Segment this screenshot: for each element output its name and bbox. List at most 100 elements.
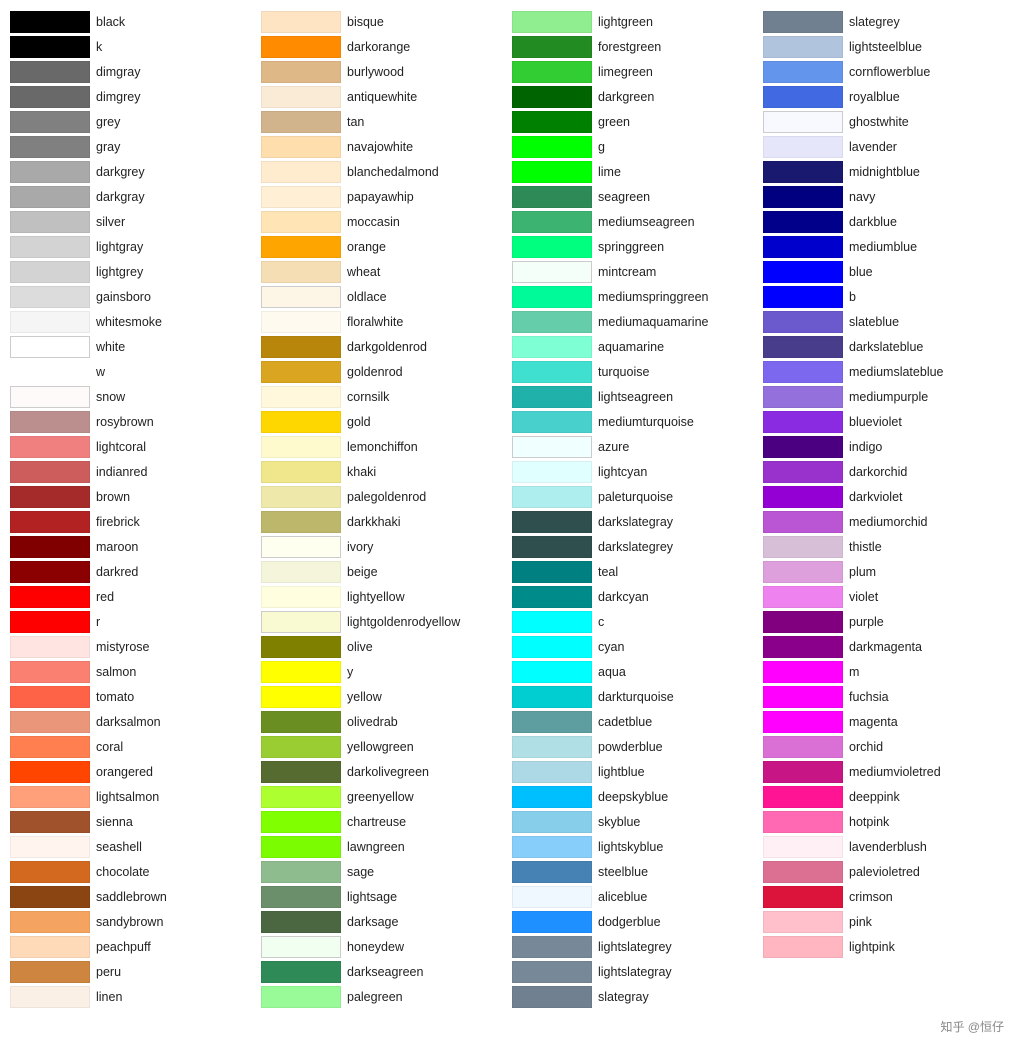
color-name-label: sandybrown: [96, 915, 163, 929]
color-name-label: coral: [96, 740, 123, 754]
color-swatch: [261, 11, 341, 33]
list-item: oldlace: [261, 285, 512, 309]
color-swatch: [261, 86, 341, 108]
list-item: wheat: [261, 260, 512, 284]
color-name-label: seashell: [96, 840, 142, 854]
color-name-label: peru: [96, 965, 121, 979]
color-name-label: darkred: [96, 565, 138, 579]
color-swatch: [763, 261, 843, 283]
list-item: powderblue: [512, 735, 763, 759]
color-name-label: mediumturquoise: [598, 415, 694, 429]
color-name-label: mediumaquamarine: [598, 315, 708, 329]
color-name-label: lightslategrey: [598, 940, 672, 954]
list-item: lightcyan: [512, 460, 763, 484]
color-name-label: mediumblue: [849, 240, 917, 254]
color-swatch: [763, 461, 843, 483]
color-name-label: wheat: [347, 265, 380, 279]
color-swatch: [512, 611, 592, 633]
list-item: darksage: [261, 910, 512, 934]
color-name-label: slategray: [598, 990, 649, 1004]
color-name-label: lavenderblush: [849, 840, 927, 854]
color-name-label: plum: [849, 565, 876, 579]
color-swatch: [763, 286, 843, 308]
color-swatch: [261, 186, 341, 208]
list-item: khaki: [261, 460, 512, 484]
list-item: lightsage: [261, 885, 512, 909]
color-swatch: [261, 311, 341, 333]
list-item: ivory: [261, 535, 512, 559]
list-item: yellow: [261, 685, 512, 709]
color-swatch: [763, 886, 843, 908]
color-name-label: m: [849, 665, 859, 679]
list-item: mintcream: [512, 260, 763, 284]
color-name-label: ivory: [347, 540, 373, 554]
color-swatch: [512, 486, 592, 508]
list-item: steelblue: [512, 860, 763, 884]
list-item: lemonchiffon: [261, 435, 512, 459]
color-name-label: skyblue: [598, 815, 640, 829]
list-item: darkkhaki: [261, 510, 512, 534]
color-name-label: deeppink: [849, 790, 900, 804]
color-name-label: brown: [96, 490, 130, 504]
color-swatch: [512, 86, 592, 108]
list-item: cornsilk: [261, 385, 512, 409]
list-item: olive: [261, 635, 512, 659]
list-item: darkcyan: [512, 585, 763, 609]
color-swatch: [10, 736, 90, 758]
color-name-label: lightslategray: [598, 965, 672, 979]
list-item: indigo: [763, 435, 1014, 459]
color-name-label: burlywood: [347, 65, 404, 79]
color-name-label: indianred: [96, 465, 147, 479]
color-swatch: [763, 861, 843, 883]
color-swatch: [512, 686, 592, 708]
list-item: m: [763, 660, 1014, 684]
list-item: navy: [763, 185, 1014, 209]
list-item: dimgrey: [10, 85, 261, 109]
list-item: hotpink: [763, 810, 1014, 834]
color-swatch: [763, 111, 843, 133]
list-item: linen: [10, 985, 261, 1009]
color-swatch: [10, 361, 90, 383]
color-swatch: [763, 661, 843, 683]
list-item: darkgoldenrod: [261, 335, 512, 359]
color-swatch: [10, 786, 90, 808]
color-swatch: [512, 211, 592, 233]
list-item: crimson: [763, 885, 1014, 909]
list-item: mediumorchid: [763, 510, 1014, 534]
color-swatch: [763, 586, 843, 608]
list-item: antiquewhite: [261, 85, 512, 109]
list-item: lime: [512, 160, 763, 184]
color-name-label: honeydew: [347, 940, 404, 954]
color-name-label: dimgrey: [96, 90, 140, 104]
column-0: blackkdimgraydimgreygreygraydarkgreydark…: [10, 10, 261, 1010]
color-name-label: aliceblue: [598, 890, 647, 904]
list-item: darkviolet: [763, 485, 1014, 509]
color-swatch: [512, 236, 592, 258]
color-name-label: salmon: [96, 665, 136, 679]
list-item: violet: [763, 585, 1014, 609]
color-name-label: black: [96, 15, 125, 29]
list-item: plum: [763, 560, 1014, 584]
color-swatch: [10, 886, 90, 908]
color-swatch: [10, 611, 90, 633]
color-swatch: [10, 111, 90, 133]
color-name-label: lightcoral: [96, 440, 146, 454]
color-name-label: lemonchiffon: [347, 440, 418, 454]
color-swatch: [763, 186, 843, 208]
color-swatch: [10, 711, 90, 733]
color-swatch: [261, 786, 341, 808]
color-name-label: steelblue: [598, 865, 648, 879]
list-item: slateblue: [763, 310, 1014, 334]
list-item: seagreen: [512, 185, 763, 209]
color-name-label: rosybrown: [96, 415, 154, 429]
list-item: darkgreen: [512, 85, 763, 109]
color-name-label: aqua: [598, 665, 626, 679]
color-swatch: [10, 461, 90, 483]
color-swatch: [763, 536, 843, 558]
color-swatch: [10, 936, 90, 958]
list-item: grey: [10, 110, 261, 134]
color-swatch: [512, 386, 592, 408]
color-swatch: [763, 211, 843, 233]
color-name-label: darkgreen: [598, 90, 654, 104]
color-swatch: [10, 586, 90, 608]
